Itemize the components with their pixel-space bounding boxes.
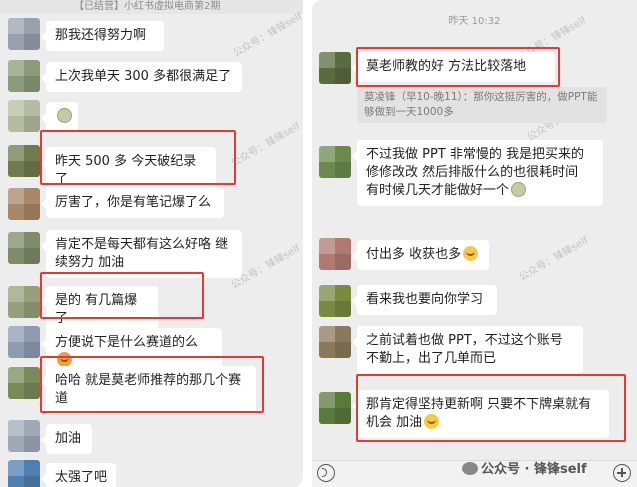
avatar[interactable] [8,188,40,220]
avatar[interactable] [8,460,40,487]
message-bubble[interactable] [41,102,78,132]
message-text: 厉害了，你是有笔记爆了么 [55,195,212,210]
quoted-message[interactable]: 莫凌锋（早10-晚11）：那你这挺厉害的，做PPT能够做到一天1000多 [357,87,607,123]
message-bubble[interactable]: 不过我做 PPT 非常慢的 我是把买来的修修改改 然后排版什么的也很耗时间 有时… [352,140,603,206]
watermark: 公众号：锋锋self [229,121,303,170]
avatar[interactable] [319,326,351,358]
avatar[interactable] [319,52,351,84]
avatar[interactable] [8,286,40,318]
highlight-box [40,130,236,185]
message-text: 方便说下是什么赛道的么 [55,335,199,350]
avatar[interactable] [8,60,40,92]
right-chat-panel: 昨天 10:32 公众号：锋锋self 公众号：锋锋self 公众号：锋锋sel… [312,0,637,487]
message-bubble[interactable]: 肯定不是每天都有这么好咯 继续努力 加油 [41,230,242,278]
message-text: 看来我也要向你学习 [366,292,484,307]
message-text: 之前试着也做 PPT，不过这个账号不勤上，出了几单而已 [366,333,563,366]
avatar[interactable] [8,18,40,50]
highlight-box [356,374,626,442]
left-chat-panel: 【已结营】小红书虚拟电商第2期 公众号：锋锋self 公众号：锋锋self 公众… [0,0,303,487]
message-bubble[interactable]: 那我还得努力啊 [41,21,164,51]
avatar[interactable] [319,146,351,178]
message-bubble[interactable]: 之前试着也做 PPT，不过这个账号不勤上，出了几单而已 [352,326,583,374]
quote-text: 莫凌锋（早10-晚11）：那你这挺厉害的，做PPT能够做到一天1000多 [364,91,598,118]
timestamp: 昨天 10:32 [448,16,501,27]
message-bubble[interactable]: 付出多 收获也多 [352,240,489,270]
avatar[interactable] [8,100,40,132]
subtle-smile-icon [511,182,527,197]
highlight-box [40,356,264,413]
message-bubble[interactable]: 太强了吧 [41,463,116,487]
message-bubble[interactable]: 上次我单天 300 多都很满足了 [41,62,242,92]
message-text: 不过我做 PPT 非常慢的 我是把买来的修修改改 然后排版什么的也很耗时间 有时… [366,147,585,198]
message-text: 加油 [55,431,82,446]
message-text: 那我还得努力啊 [55,28,147,43]
voice-icon[interactable] [317,464,335,482]
highlight-box [40,272,204,319]
avatar[interactable] [8,326,40,358]
watermark: 公众号：锋锋self [231,11,303,60]
message-bubble[interactable]: 加油 [41,424,92,454]
group-title: 【已结营】小红书虚拟电商第2期 [74,1,221,12]
chat-header: 【已结营】小红书虚拟电商第2期 [0,0,303,14]
avatar[interactable] [319,285,351,317]
message-text: 太强了吧 [55,470,108,485]
brand-text: 公众号 · 锋锋self [481,462,587,477]
plus-icon[interactable] [613,464,631,482]
message-bubble[interactable]: 厉害了，你是有笔记爆了么 [41,188,224,218]
avatar[interactable] [8,367,40,399]
message-bubble[interactable]: 看来我也要向你学习 [352,285,497,315]
highlight-box [356,47,560,87]
grin-emoji-icon [463,246,479,261]
message-text: 上次我单天 300 多都很满足了 [55,69,232,84]
brand-watermark: 公众号 · 锋锋self [462,458,587,477]
avatar[interactable] [8,232,40,264]
wechat-icon [462,462,478,475]
message-text: 付出多 收获也多 [366,247,462,262]
subtle-smile-icon [57,108,72,123]
avatar[interactable] [319,392,351,424]
avatar[interactable] [8,145,40,177]
watermark: 公众号：锋锋self [517,235,591,284]
avatar[interactable] [319,238,351,270]
message-text: 肯定不是每天都有这么好咯 继续努力 加油 [55,237,229,270]
avatar[interactable] [8,420,40,452]
